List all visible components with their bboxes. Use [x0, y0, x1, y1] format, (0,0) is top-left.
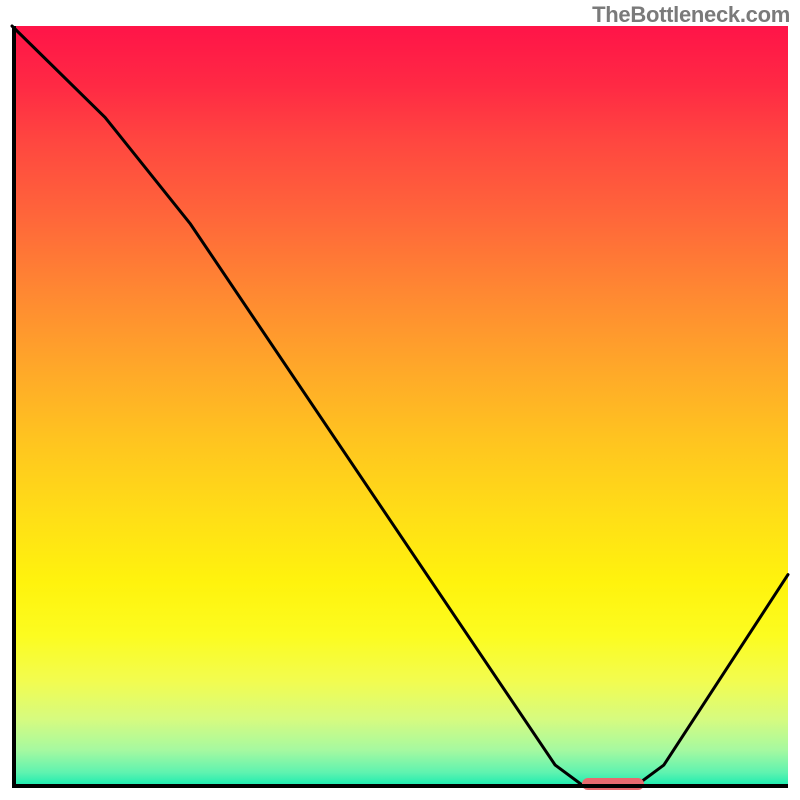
x-axis — [12, 784, 788, 788]
y-axis — [12, 26, 16, 788]
chart-container: TheBottleneck.com — [0, 0, 800, 800]
watermark-text: TheBottleneck.com — [592, 2, 790, 28]
bottleneck-curve-path — [12, 26, 788, 788]
chart-curve — [12, 26, 788, 788]
